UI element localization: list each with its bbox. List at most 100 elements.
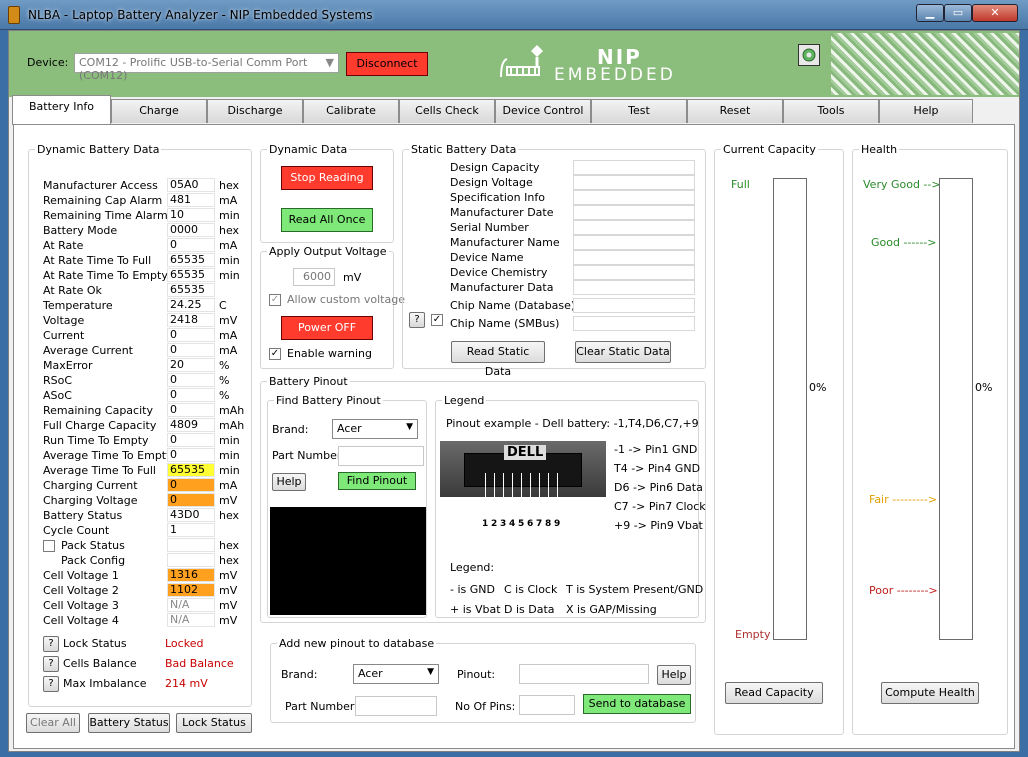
capacity-empty-label: Empty [735, 628, 771, 641]
pinout-help-button[interactable]: Help [272, 473, 306, 491]
pinout-brand-select[interactable]: Acer ▼ [332, 419, 418, 439]
nip-logo-icon [500, 45, 543, 78]
group-title: Dynamic Data [267, 143, 350, 156]
window-title: NLBA - Laptop Battery Analyzer - NIP Emb… [28, 8, 373, 22]
static-label: Device Name [450, 251, 524, 264]
no-of-pins-input[interactable] [519, 695, 575, 715]
health-poor-label: Poor --------> [869, 584, 938, 597]
battery-status-button[interactable]: Battery Status [88, 713, 170, 733]
pack-status-checkbox[interactable] [43, 540, 55, 552]
row-unit: mV [219, 599, 238, 612]
lock-status-label: Lock Status [63, 637, 127, 650]
battery-pinout-group: Battery Pinout Find Battery Pinout Brand… [260, 375, 706, 623]
compute-health-button[interactable]: Compute Health [881, 682, 979, 704]
find-pinout-button[interactable]: Find Pinout [338, 472, 416, 490]
static-label: Design Voltage [450, 176, 533, 189]
row-label: RSoC [43, 374, 73, 387]
current-capacity-group: Current Capacity Full 0% Empty Read Capa… [714, 143, 844, 735]
pin-number: 8 [545, 519, 552, 529]
static-label: Chip Name (SMBus) [450, 317, 560, 330]
clear-static-data-button[interactable]: Clear Static Data [575, 341, 671, 363]
minimize-button[interactable]: ▁ [916, 4, 944, 22]
allow-custom-voltage-checkbox[interactable]: ✓ [269, 294, 281, 306]
row-value: 24.25 [167, 298, 215, 312]
enable-warning-checkbox[interactable]: ✓ [269, 348, 281, 360]
group-title: Add new pinout to database [277, 637, 437, 650]
disconnect-button[interactable]: Disconnect [346, 52, 428, 76]
row-value: 20 [167, 358, 215, 372]
static-label: Manufacturer Data [450, 281, 554, 294]
legend-system-present: T is System Present/GND [566, 583, 704, 596]
read-all-once-button[interactable]: Read All Once [281, 208, 373, 232]
tab-test[interactable]: Test [591, 99, 687, 123]
device-select[interactable]: COM12 - Prolific USB-to-Serial Comm Port… [74, 53, 339, 82]
add-pinout-input[interactable] [519, 664, 649, 684]
row-unit: hex [219, 179, 240, 192]
row-value [167, 553, 215, 567]
row-label: Run Time To Empty [43, 434, 149, 447]
row-label: Remaining Time Alarm [43, 209, 168, 222]
row-value: 4809 [167, 418, 215, 432]
pin-number: 5 [518, 519, 525, 529]
row-label: Battery Mode [43, 224, 118, 237]
row-label: Remaining Cap Alarm [43, 194, 163, 207]
pin-number: 9 [554, 519, 561, 529]
row-label: Full Charge Capacity [43, 419, 157, 432]
row-unit: C [219, 299, 227, 312]
read-static-data-button[interactable]: Read Static Data [451, 341, 545, 378]
row-value: 05A0 [167, 178, 215, 192]
row-unit: mV [219, 314, 238, 327]
title-bar[interactable]: NLBA - Laptop Battery Analyzer - NIP Emb… [0, 0, 1028, 30]
tab-charge[interactable]: Charge [111, 99, 207, 123]
row-unit: mA [219, 194, 238, 207]
close-button[interactable]: ✕ [972, 4, 1018, 22]
row-value: 1102 [167, 583, 215, 597]
add-brand-label: Brand: [281, 668, 318, 681]
health-fair-label: Fair ---------> [869, 493, 938, 506]
pinout-brand-value: Acer [337, 422, 362, 435]
pin-line [503, 473, 504, 519]
chip-name-help-button[interactable]: ? [409, 312, 425, 328]
group-title: Static Battery Data [409, 143, 519, 156]
tab-battery-info[interactable]: Battery Info [12, 95, 111, 125]
lock-status-help-button[interactable]: ? [43, 636, 59, 652]
output-voltage-unit: mV [343, 271, 362, 284]
max-imbalance-help-button[interactable]: ? [43, 676, 59, 692]
row-label: Charging Current [43, 479, 138, 492]
chevron-down-icon: ▼ [427, 667, 434, 677]
tab-tools[interactable]: Tools [783, 99, 879, 123]
add-brand-value: Acer [358, 667, 383, 680]
read-capacity-button[interactable]: Read Capacity [725, 682, 823, 704]
tab-reset[interactable]: Reset [687, 99, 783, 123]
send-to-database-button[interactable]: Send to database [583, 694, 691, 714]
add-pinout-help-button[interactable]: Help [657, 665, 691, 685]
settings-icon[interactable] [798, 44, 820, 66]
maximize-button[interactable]: ▭ [944, 4, 972, 22]
logo-text-embedded: EMBEDDED [554, 65, 676, 85]
row-value: N/A [167, 598, 215, 612]
tab-cells-check[interactable]: Cells Check [399, 99, 495, 123]
add-brand-select[interactable]: Acer ▼ [353, 664, 439, 684]
pinout-part-number-input[interactable] [338, 446, 424, 466]
stop-reading-button[interactable]: Stop Reading [281, 166, 373, 190]
static-label: Manufacturer Date [450, 206, 554, 219]
chip-name-smbus-checkbox[interactable]: ✓ [431, 314, 443, 326]
add-part-number-input[interactable] [355, 696, 437, 716]
output-voltage-input[interactable]: 6000 [293, 268, 335, 286]
row-value: 43D0 [167, 508, 215, 522]
tab-calibrate[interactable]: Calibrate [303, 99, 399, 123]
battery-app-icon [8, 6, 20, 24]
row-label: At Rate Ok [43, 284, 102, 297]
capacity-percent: 0% [809, 381, 827, 394]
group-title: Legend [442, 394, 487, 407]
tab-discharge[interactable]: Discharge [207, 99, 303, 123]
power-off-button[interactable]: Power OFF [281, 316, 373, 340]
row-value: 481 [167, 193, 215, 207]
lock-status-button[interactable]: Lock Status [176, 713, 252, 733]
cells-balance-help-button[interactable]: ? [43, 656, 59, 672]
tab-help[interactable]: Help [879, 99, 973, 123]
tab-device-control[interactable]: Device Control [495, 99, 591, 123]
clear-all-button[interactable]: Clear All [26, 713, 80, 733]
row-value: 65535 [167, 283, 215, 297]
pin-line [539, 473, 540, 519]
